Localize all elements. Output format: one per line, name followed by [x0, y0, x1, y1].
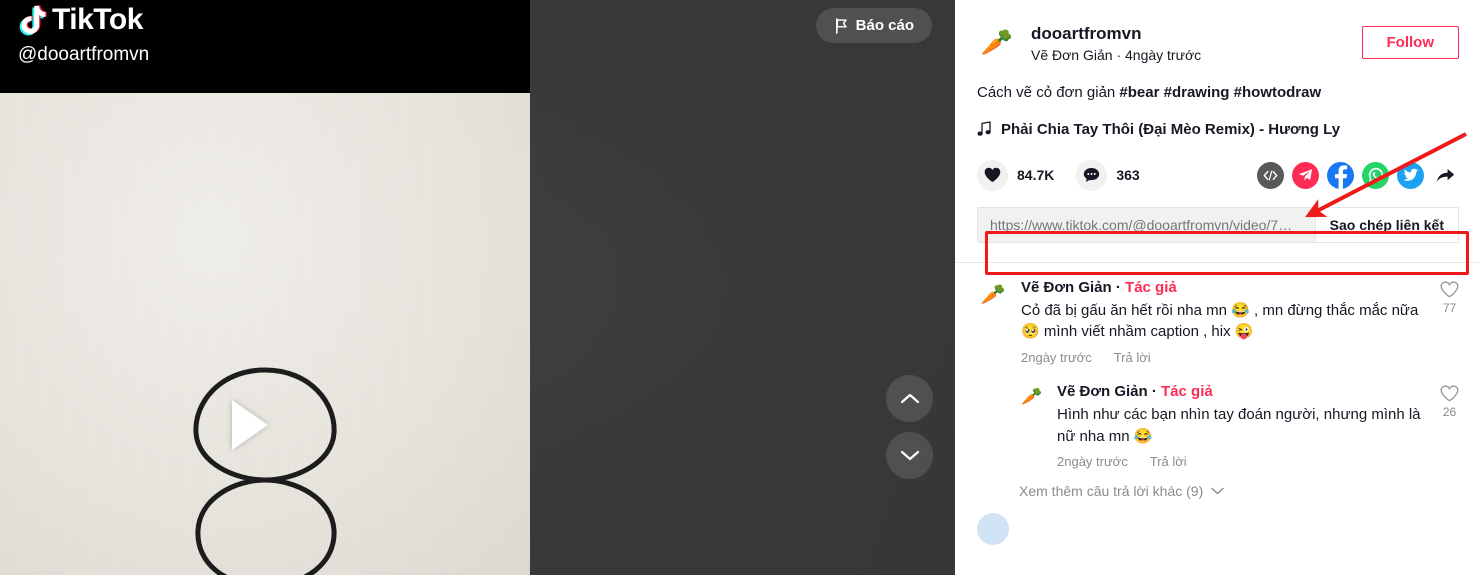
comment-like-button[interactable]: 26	[1440, 383, 1459, 469]
follow-button[interactable]: Follow	[1361, 26, 1459, 59]
music-note-icon	[977, 121, 991, 137]
caption-text: Cách vẽ cỏ đơn giản	[977, 83, 1120, 101]
avatar-emoji: 🥕	[1021, 386, 1043, 406]
view-more-replies-label: Xem thêm câu trả lời khác (9)	[1019, 483, 1204, 500]
comment-meta: 2ngày trước Trả lời	[1057, 454, 1430, 469]
share-icons-group	[1257, 161, 1459, 189]
comment-item: 🥕 Vẽ Đơn Giản · Tác giả Hình như các bạn…	[1019, 383, 1459, 469]
comment-author-name[interactable]: Vẽ Đơn Giản · Tác giả	[1021, 279, 1430, 298]
avatar[interactable]: 🥕	[977, 278, 1009, 311]
comment-body: Vẽ Đơn Giản · Tác giả Cỏ đã bị gấu ăn hế…	[1021, 279, 1430, 365]
paper-plane-icon	[1298, 169, 1313, 182]
like-stat: 84.7K	[977, 159, 1055, 191]
music-row[interactable]: Phải Chia Tay Thôi (Đại Mèo Remix) - Hươ…	[977, 121, 1459, 138]
tiktok-note-icon	[19, 5, 47, 36]
author-names: dooartfromvn Vẽ Đơn Giản · 4ngày trước	[1031, 22, 1362, 66]
author-subtitle: Vẽ Đơn Giản · 4ngày trước	[1031, 47, 1202, 64]
comment-count: 363	[1116, 167, 1140, 184]
video-frame	[0, 93, 530, 575]
author-badge: Tác giả	[1161, 383, 1213, 401]
comment-like-button[interactable]: 77	[1440, 279, 1459, 365]
heart-outline-icon	[1440, 281, 1459, 298]
video-pane: TikTok @dooartfromvn Báo cáo	[0, 0, 955, 575]
next-comment-avatar-peek	[977, 513, 1009, 546]
comment-meta: 2ngày trước Trả lời	[1021, 350, 1430, 365]
tiktok-wordmark: TikTok	[52, 3, 143, 36]
share-arrow-icon[interactable]	[1432, 162, 1459, 189]
comment-text: Hình như các bạn nhìn tay đoán người, nh…	[1057, 405, 1421, 445]
whatsapp-icon	[1368, 168, 1383, 183]
twitter-share-icon[interactable]	[1397, 161, 1424, 189]
play-icon[interactable]	[232, 400, 268, 450]
video-caption: Cách vẽ cỏ đơn giản #bear #drawing #howt…	[977, 82, 1459, 103]
twitter-bird-icon	[1402, 169, 1419, 182]
comment-author-separator: ·	[1115, 278, 1126, 296]
author-badge: Tác giả	[1125, 278, 1177, 296]
telegram-share-icon[interactable]	[1292, 161, 1319, 189]
chevron-down-icon	[1211, 488, 1224, 495]
flag-icon	[835, 17, 847, 34]
report-button[interactable]: Báo cáo	[815, 8, 932, 43]
hashtag-drawing[interactable]: #drawing	[1164, 84, 1230, 101]
author-block: 🥕 dooartfromvn Vẽ Đơn Giản · 4ngày trước…	[955, 0, 1479, 138]
view-more-replies-button[interactable]: Xem thêm câu trả lời khác (9)	[1019, 483, 1459, 499]
heart-filled-icon	[984, 168, 1001, 183]
author-row: 🥕 dooartfromvn Vẽ Đơn Giản · 4ngày trước…	[977, 22, 1459, 66]
heart-outline-icon	[1440, 385, 1459, 402]
comment-stat: 363	[1076, 159, 1140, 191]
next-video-button[interactable]	[886, 432, 933, 479]
video-watermark-username: @dooartfromvn	[18, 44, 150, 65]
facebook-share-icon[interactable]	[1327, 161, 1354, 189]
comment-bubble-icon	[1084, 168, 1100, 183]
forward-arrow-icon	[1436, 168, 1455, 182]
comment-timestamp: 2ngày trước	[1021, 350, 1092, 366]
copy-link-row: https://www.tiktok.com/@dooartfromvn/vid…	[977, 206, 1459, 243]
comment-like-count: 26	[1442, 405, 1457, 420]
video-url-field[interactable]: https://www.tiktok.com/@dooartfromvn/vid…	[978, 207, 1315, 242]
copy-link-button[interactable]: Sao chép liên kết	[1314, 207, 1458, 242]
chevron-down-icon	[900, 450, 919, 461]
embed-code-icon[interactable]	[1257, 161, 1284, 189]
facebook-icon	[1335, 165, 1348, 189]
music-title: Phải Chia Tay Thôi (Đại Mèo Remix) - Hươ…	[1001, 120, 1341, 138]
previous-video-button[interactable]	[886, 375, 933, 422]
tiktok-video-page: TikTok @dooartfromvn Báo cáo 🥕 dooartfro…	[0, 0, 1479, 575]
report-label: Báo cáo	[855, 17, 914, 34]
code-brackets-icon	[1263, 170, 1278, 181]
author-handle[interactable]: dooartfromvn	[1031, 23, 1362, 44]
avatar[interactable]: 🥕	[977, 22, 1017, 62]
avatar-emoji: 🥕	[980, 283, 1006, 306]
comment-button[interactable]	[1076, 159, 1108, 191]
like-button[interactable]	[977, 159, 1008, 191]
comment-like-count: 77	[1442, 300, 1457, 315]
video-info-pane: 🥕 dooartfromvn Vẽ Đơn Giản · 4ngày trước…	[955, 0, 1479, 575]
engagement-stats-row: 84.7K 363	[955, 159, 1479, 191]
hashtag-bear[interactable]: #bear	[1119, 84, 1159, 101]
like-count: 84.7K	[1017, 167, 1055, 184]
comment-author-label: Vẽ Đơn Giản	[1021, 278, 1112, 296]
comment-author-separator: ·	[1151, 383, 1162, 401]
avatar[interactable]: 🥕	[1019, 383, 1045, 410]
whatsapp-share-icon[interactable]	[1362, 161, 1389, 189]
comment-timestamp: 2ngày trước	[1057, 454, 1128, 470]
comment-reply-button[interactable]: Trả lời	[1150, 454, 1187, 469]
chevron-up-icon	[900, 393, 919, 404]
comment-text: Cỏ đã bị gấu ăn hết rồi nha mn 😂 , mn đừ…	[1021, 301, 1419, 341]
video-navigation-buttons	[886, 375, 933, 479]
comments-list: 🥕 Vẽ Đơn Giản · Tác giả Cỏ đã bị gấu ăn …	[955, 263, 1479, 546]
comment-item: 🥕 Vẽ Đơn Giản · Tác giả Cỏ đã bị gấu ăn …	[977, 278, 1459, 365]
avatar-emoji: 🥕	[980, 27, 1014, 57]
comment-author-name[interactable]: Vẽ Đơn Giản · Tác giả	[1057, 383, 1430, 402]
hashtag-howtodraw[interactable]: #howtodraw	[1234, 84, 1322, 101]
figure-eight-drawing	[193, 367, 337, 575]
comment-body: Vẽ Đơn Giản · Tác giả Hình như các bạn n…	[1057, 383, 1430, 469]
tiktok-logo[interactable]: TikTok	[18, 4, 143, 36]
comment-reply-button[interactable]: Trả lời	[1114, 350, 1151, 365]
comment-author-label: Vẽ Đơn Giản	[1057, 383, 1148, 401]
video-player[interactable]: TikTok @dooartfromvn	[0, 0, 530, 575]
